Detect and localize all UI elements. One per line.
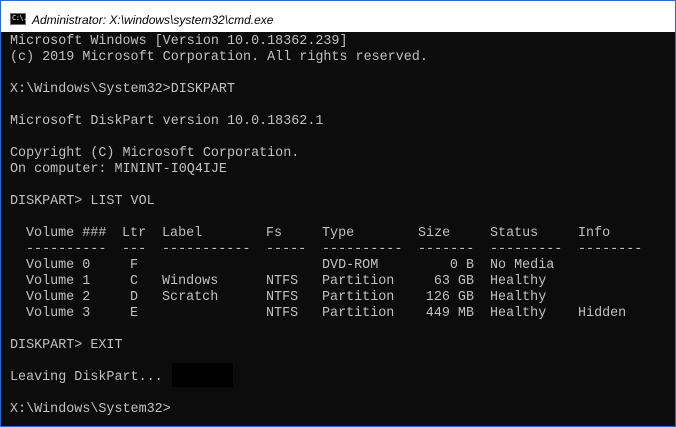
column-header: Ltr <box>122 226 147 241</box>
volume-type: Partition <box>322 306 395 321</box>
cmd-window: C:\. Administrator: X:\windows\system32\… <box>0 0 676 427</box>
console-line: Microsoft Windows [Version 10.0.18362.23… <box>10 34 348 49</box>
volume-type: Partition <box>322 290 395 305</box>
volume-type: DVD-ROM <box>322 258 379 273</box>
column-header: Fs <box>266 226 283 241</box>
cmd-icon[interactable]: C:\. <box>10 13 27 25</box>
console-output[interactable]: Microsoft Windows [Version 10.0.18362.23… <box>1 32 675 426</box>
volume-status: Healthy <box>490 290 547 305</box>
volume-status: Healthy <box>490 306 547 321</box>
column-separator: ---------- <box>322 242 403 257</box>
volume-status: Healthy <box>490 274 547 289</box>
volume-letter: C <box>130 274 139 289</box>
column-header: Volume ### <box>26 226 107 241</box>
volume-fs: NTFS <box>266 306 299 321</box>
volume-size: 63 GB <box>433 274 474 289</box>
volume-letter: D <box>130 290 139 305</box>
volume-info: Hidden <box>578 306 627 321</box>
volume-number: Volume 1 <box>26 274 91 289</box>
column-separator: ----- <box>266 242 307 257</box>
console-line: Leaving DiskPart... <box>10 370 163 385</box>
console-line: Copyright (C) Microsoft Corporation. <box>10 146 300 161</box>
volume-number: Volume 3 <box>26 306 91 321</box>
redacted-input <box>172 363 233 387</box>
console-line: DISKPART> EXIT <box>10 338 123 353</box>
volume-number: Volume 2 <box>26 290 91 305</box>
volume-letter: E <box>130 306 139 321</box>
console-line: X:\Windows\System32>DISKPART <box>10 82 235 97</box>
volume-status: No Media <box>490 258 555 273</box>
column-header: Size <box>418 226 451 241</box>
volume-letter: F <box>130 258 139 273</box>
console-line: On computer: MININT-I0Q4IJE <box>10 162 227 177</box>
title-bar[interactable]: C:\. Administrator: X:\windows\system32\… <box>1 1 675 32</box>
volume-size: 126 GB <box>425 290 474 305</box>
volume-number: Volume 0 <box>26 258 91 273</box>
console-line: Microsoft DiskPart version 10.0.18362.1 <box>10 114 324 129</box>
column-separator: ----------- <box>162 242 251 257</box>
volume-label: Scratch <box>162 290 219 305</box>
column-separator: --- <box>122 242 147 257</box>
cmd-icon-text: C:\. <box>12 14 27 22</box>
volume-fs: NTFS <box>266 290 299 305</box>
volume-type: Partition <box>322 274 395 289</box>
column-header: Label <box>162 226 203 241</box>
column-separator: ------- <box>418 242 475 257</box>
column-header: Type <box>322 226 355 241</box>
volume-size: 0 B <box>449 258 474 273</box>
volume-label: Windows <box>162 274 219 289</box>
window-title: Administrator: X:\windows\system32\cmd.e… <box>32 13 274 27</box>
column-separator: -------- <box>578 242 643 257</box>
console-line: DISKPART> LIST VOL <box>10 194 155 209</box>
command-prompt[interactable]: X:\Windows\System32> <box>10 402 171 418</box>
console-line: (c) 2019 Microsoft Corporation. All righ… <box>10 50 428 65</box>
volume-size: 449 MB <box>425 306 474 321</box>
column-header: Status <box>490 226 539 241</box>
column-separator: --------- <box>490 242 563 257</box>
column-header: Info <box>578 226 611 241</box>
column-separator: ---------- <box>26 242 107 257</box>
volume-fs: NTFS <box>266 274 299 289</box>
